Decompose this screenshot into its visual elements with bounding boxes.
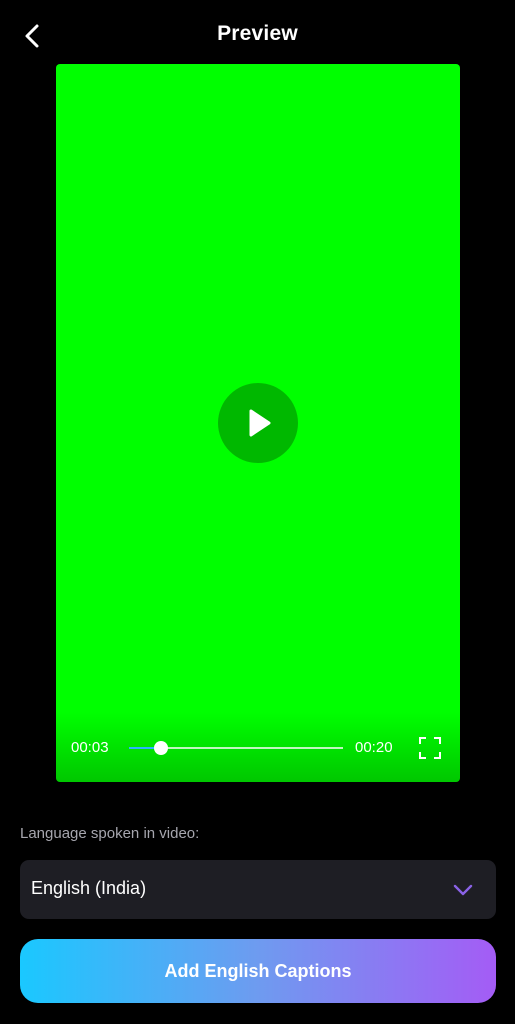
seek-thumb[interactable]	[154, 741, 169, 755]
current-time: 00:03	[71, 739, 109, 756]
fullscreen-icon	[419, 737, 441, 759]
add-captions-button[interactable]: Add English Captions	[20, 939, 496, 1003]
total-time: 00:20	[355, 739, 393, 756]
play-icon	[249, 409, 271, 437]
language-value: English (India)	[31, 878, 147, 898]
chevron-down-icon	[453, 884, 473, 896]
header-bar: Preview	[0, 0, 515, 72]
play-button[interactable]	[218, 383, 298, 463]
fullscreen-button[interactable]	[419, 737, 441, 759]
language-label: Language spoken in video:	[20, 825, 200, 842]
page-title: Preview	[217, 22, 298, 45]
language-dropdown[interactable]: English (India)	[20, 860, 496, 919]
video-player[interactable]: 00:03 00:20	[56, 64, 460, 782]
seek-bar[interactable]	[129, 741, 343, 755]
